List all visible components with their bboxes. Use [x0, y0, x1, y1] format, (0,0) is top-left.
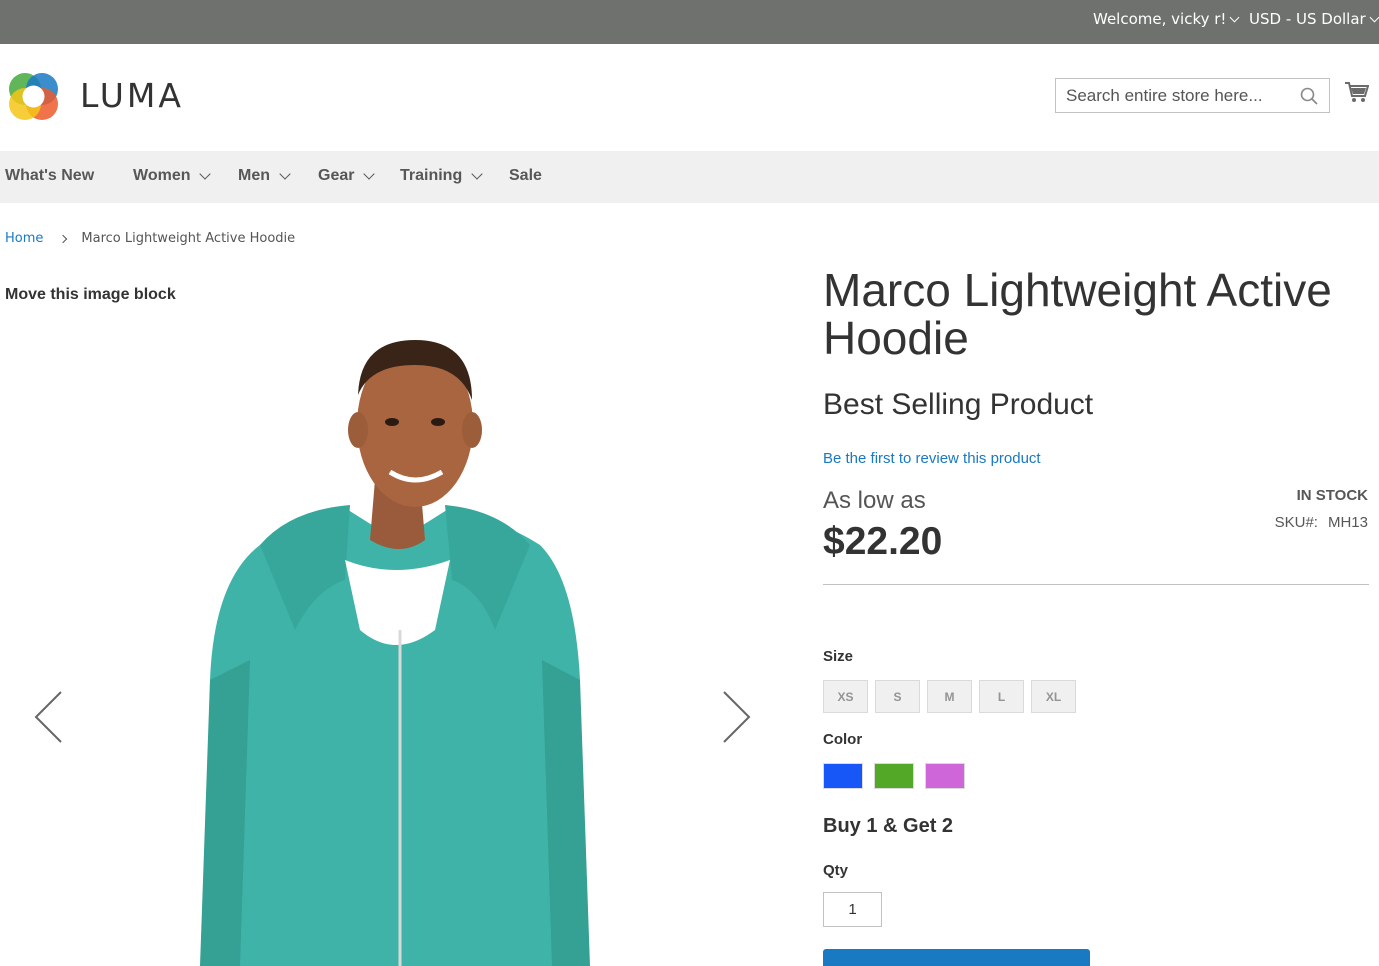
chevron-down-icon	[199, 167, 212, 180]
review-link[interactable]: Be the first to review this product	[823, 450, 1041, 467]
size-option-l[interactable]: L	[979, 680, 1024, 713]
size-option-xs[interactable]: XS	[823, 680, 868, 713]
nav-item-men[interactable]: Men	[238, 167, 291, 185]
size-option-m[interactable]: M	[927, 680, 972, 713]
search-icon[interactable]	[1300, 87, 1318, 105]
logo-text[interactable]: LUMA	[80, 76, 184, 115]
chevron-left-icon[interactable]	[33, 690, 63, 744]
search-input[interactable]	[1056, 79, 1286, 112]
nav-label: Gear	[318, 167, 355, 184]
nav-item-gear[interactable]: Gear	[318, 167, 376, 185]
stock-status: IN STOCK	[1296, 487, 1368, 504]
chevron-right-icon	[59, 234, 68, 243]
breadcrumb-current: Marco Lightweight Active Hoodie	[81, 231, 296, 246]
nav-label: What's New	[5, 167, 95, 184]
chevron-down-icon	[363, 167, 376, 180]
chevron-down-icon	[1229, 12, 1240, 22]
breadcrumb-home-link[interactable]: Home	[5, 231, 43, 246]
cart-icon[interactable]	[1344, 80, 1369, 105]
top-bar: Welcome, vicky r! USD - US Dollar	[0, 0, 1379, 44]
product-image[interactable]	[180, 330, 610, 966]
chevron-down-icon	[471, 167, 483, 180]
size-option-s[interactable]: S	[875, 680, 920, 713]
divider	[823, 584, 1369, 585]
sku-label: SKU#:	[1274, 514, 1318, 531]
nav-label: Sale	[509, 167, 542, 184]
product-tagline: Best Selling Product	[823, 388, 1094, 421]
nav-item-women[interactable]: Women	[133, 167, 212, 185]
color-swatches	[823, 763, 965, 789]
qty-label: Qty	[823, 862, 849, 879]
currency-label: USD - US Dollar	[1249, 10, 1366, 28]
price-prefix: As low as	[823, 487, 926, 514]
nav-item-training[interactable]: Training	[400, 167, 483, 185]
size-label: Size	[823, 648, 854, 665]
gallery-heading: Move this image block	[5, 286, 176, 303]
customer-menu[interactable]: Welcome, vicky r!	[1093, 10, 1240, 28]
chevron-down-icon	[1369, 12, 1379, 22]
nav-label: Training	[400, 167, 463, 184]
nav-label: Women	[133, 167, 191, 184]
sku-value: MH13	[1327, 514, 1368, 531]
color-option-green[interactable]	[874, 763, 914, 789]
product-title: Marco Lightweight Active Hoodie	[823, 264, 1332, 364]
welcome-text: Welcome, vicky r!	[1093, 10, 1227, 28]
luma-logo-icon[interactable]	[5, 68, 62, 125]
chevron-down-icon	[279, 167, 291, 180]
search-box	[1055, 78, 1330, 113]
color-label: Color	[823, 731, 863, 748]
nav-label: Men	[238, 167, 270, 184]
nav-item-whats-new[interactable]: What's New	[5, 167, 94, 185]
color-option-blue[interactable]	[823, 763, 863, 789]
nav-item-sale[interactable]: Sale	[509, 167, 542, 185]
size-option-xl[interactable]: XL	[1031, 680, 1076, 713]
sku-line: SKU#: MH13	[1275, 514, 1368, 531]
add-to-cart-button[interactable]	[823, 949, 1090, 966]
main-nav: What's New Women Men Gear Training Sale	[0, 151, 1379, 203]
chevron-right-icon[interactable]	[722, 690, 752, 744]
promo-text: Buy 1 & Get 2	[823, 815, 954, 837]
size-swatches: XS S M L XL	[823, 680, 1076, 713]
breadcrumb: Home Marco Lightweight Active Hoodie	[5, 231, 295, 246]
qty-input[interactable]	[823, 892, 882, 927]
product-price: $22.20	[823, 520, 943, 563]
color-option-purple[interactable]	[925, 763, 965, 789]
currency-switcher[interactable]: USD - US Dollar	[1249, 10, 1379, 28]
